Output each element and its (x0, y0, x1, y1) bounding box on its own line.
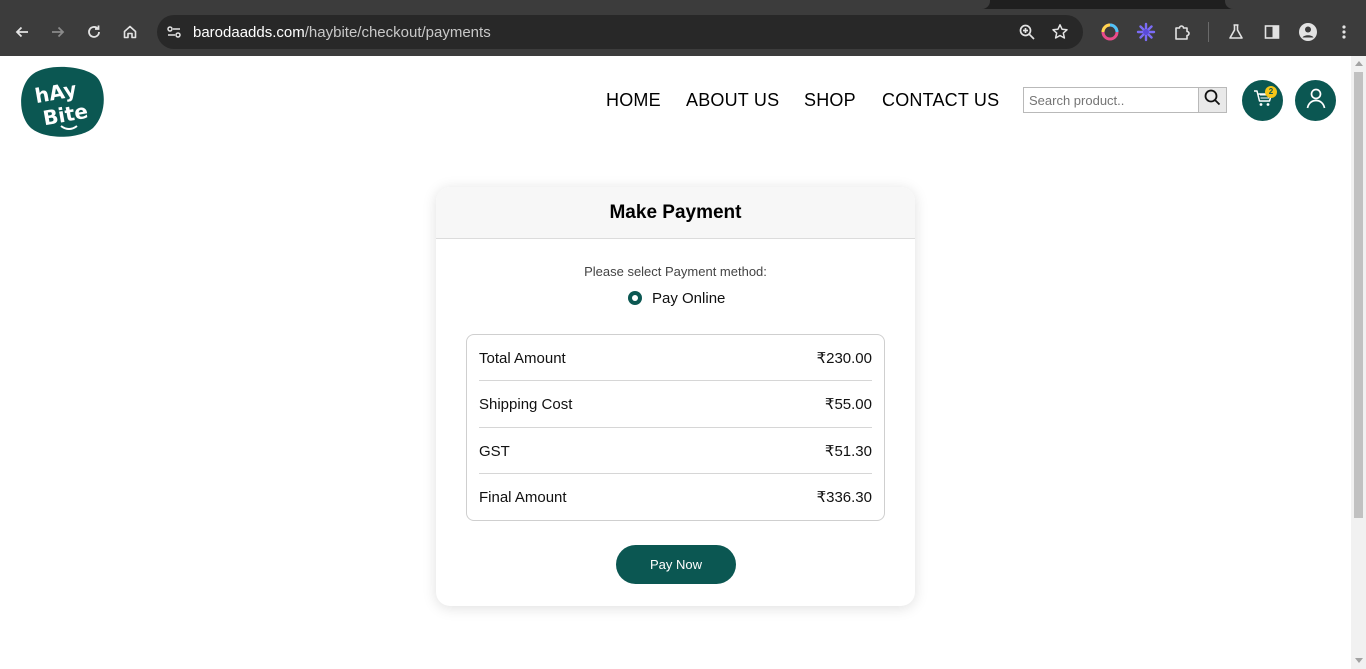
nav-about-us[interactable]: ABOUT US (686, 90, 779, 111)
url-text[interactable]: barodaadds.com/haybite/checkout/payments (193, 24, 491, 41)
address-bar[interactable]: barodaadds.com/haybite/checkout/payments (157, 15, 1083, 49)
row-label: GST (479, 442, 510, 460)
sparkle-extension-icon[interactable] (1134, 20, 1158, 44)
color-extension-icon[interactable] (1098, 20, 1122, 44)
puzzle-extensions-icon[interactable] (1170, 20, 1194, 44)
nav-contact-us[interactable]: CONTACT US (882, 90, 999, 111)
account-button[interactable] (1295, 80, 1336, 121)
payment-method-option[interactable]: Pay Online (628, 289, 725, 307)
site-info-icon[interactable] (165, 23, 183, 46)
row-label: Total Amount (479, 349, 566, 367)
url-host: barodaadds.com (193, 24, 305, 41)
forward-arrow-icon[interactable] (46, 20, 70, 44)
toolbar-separator (1208, 22, 1209, 42)
pay-online-radio[interactable] (628, 291, 642, 305)
user-icon (1304, 86, 1328, 115)
row-value: ₹336.30 (816, 489, 872, 506)
search-icon (1204, 89, 1221, 111)
labs-flask-icon[interactable] (1224, 20, 1248, 44)
zoom-icon[interactable] (1018, 23, 1036, 46)
summary-row-shipping: Shipping Cost ₹55.00 (479, 381, 872, 427)
tab-strip-right (1225, 0, 1366, 9)
browser-chrome: barodaadds.com/haybite/checkout/payments (0, 0, 1366, 56)
row-label: Shipping Cost (479, 395, 573, 413)
pay-online-label[interactable]: Pay Online (652, 290, 725, 307)
nav-home[interactable]: HOME (606, 90, 661, 111)
back-arrow-icon[interactable] (10, 20, 34, 44)
search-input[interactable] (1024, 88, 1198, 112)
cart-button[interactable]: 2 (1242, 80, 1283, 121)
row-value: ₹51.30 (824, 443, 872, 460)
summary-row-gst: GST ₹51.30 (479, 428, 872, 474)
summary-row-final: Final Amount ₹336.30 (479, 474, 872, 520)
scroll-thumb[interactable] (1354, 72, 1363, 518)
page: hAy Bite HOME ABOUT US SHOP CONTACT US 2… (0, 56, 1351, 669)
product-search (1023, 87, 1227, 113)
tab-strip (0, 0, 1366, 9)
pay-now-button[interactable]: Pay Now (616, 545, 736, 584)
active-tab[interactable] (0, 0, 990, 9)
nav-shop[interactable]: SHOP (804, 90, 856, 111)
url-path: /haybite/checkout/payments (304, 24, 491, 41)
bookmark-star-icon[interactable] (1051, 23, 1069, 46)
reload-icon[interactable] (82, 20, 106, 44)
scroll-up-arrow-icon[interactable] (1355, 61, 1363, 66)
site-logo[interactable]: hAy Bite (19, 64, 105, 138)
menu-dots-icon[interactable] (1332, 20, 1356, 44)
payment-card: Make Payment Please select Payment metho… (436, 187, 915, 606)
summary-row-total: Total Amount ₹230.00 (479, 335, 872, 381)
payment-title: Make Payment (436, 187, 915, 239)
amount-summary: Total Amount ₹230.00 Shipping Cost ₹55.0… (466, 334, 885, 521)
cart-count-badge: 2 (1265, 86, 1277, 98)
payment-method-label: Please select Payment method: (584, 264, 767, 279)
scroll-down-arrow-icon[interactable] (1355, 658, 1363, 663)
row-label: Final Amount (479, 488, 567, 506)
home-icon[interactable] (118, 20, 142, 44)
side-panel-icon[interactable] (1260, 20, 1284, 44)
search-button[interactable] (1198, 88, 1226, 112)
page-scrollbar[interactable] (1351, 56, 1366, 669)
row-value: ₹55.00 (824, 396, 872, 413)
row-value: ₹230.00 (816, 350, 872, 367)
profile-icon[interactable] (1296, 20, 1320, 44)
